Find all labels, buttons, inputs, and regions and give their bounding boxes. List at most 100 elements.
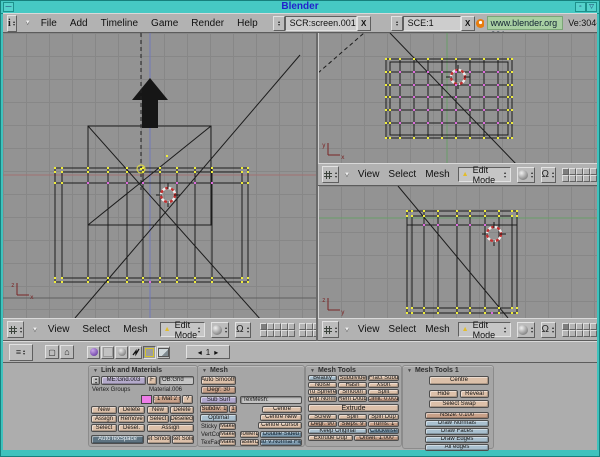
vg-remove-button[interactable]: Remove [118,415,145,423]
layer-toggle[interactable] [288,323,295,330]
viewport-front-canvas[interactable]: z x [3,33,316,318]
layer-toggle[interactable] [583,323,590,330]
subdiv-render-field[interactable]: 1 [229,405,237,413]
menu-view[interactable]: View [358,324,380,335]
question-button[interactable]: ? [182,395,193,404]
menu-mesh[interactable]: Mesh [123,324,147,335]
layer-toggle[interactable] [267,323,274,330]
layer-toggle[interactable] [569,330,576,337]
layer-toggle[interactable] [583,168,590,175]
layer-toggle[interactable] [288,330,295,337]
vg-select-button[interactable]: Select [91,424,117,432]
layer-toggle[interactable] [260,323,267,330]
texmesh-field[interactable]: TexMesh: [240,396,302,404]
noise-button[interactable]: Noise [308,382,337,388]
draw-normals-toggle[interactable]: Draw Normals [425,420,489,427]
clockwise-toggle[interactable]: Clockwise [368,428,399,434]
hide-button[interactable]: Hide [429,390,458,398]
beauty-toggle[interactable]: Beauty [308,375,337,381]
pivot-dropdown[interactable]: Ω ▲▼ [541,167,556,183]
layer-toggle[interactable] [590,330,597,337]
layer-toggle[interactable] [590,323,597,330]
window-minimize-button[interactable]: — [3,2,14,12]
layer-toggle[interactable] [569,175,576,182]
layer-toggle[interactable] [313,323,316,330]
object-context-icon-button[interactable] [129,346,142,359]
layer-toggle[interactable] [313,330,316,337]
viewport-top-canvas[interactable]: y x [318,33,597,163]
pivot-dropdown[interactable]: Ω ▲▼ [541,322,556,338]
layer-toggle[interactable] [306,323,313,330]
sub-surf-toggle[interactable]: Sub Surf [200,396,237,404]
layer-toggle[interactable] [299,323,306,330]
viewport-type-button[interactable]: ▲▼ [7,321,24,338]
mode-dropdown[interactable]: ▲ Edit Mode ▲▼ [458,167,511,182]
menu-add[interactable]: Add [70,18,88,29]
layer-toggle[interactable] [562,175,569,182]
layer-toggle[interactable] [274,323,281,330]
degr-90-field[interactable]: Degr: 90 [308,421,337,427]
draw-mode-dropdown[interactable]: ▲▼ [211,322,229,338]
xsort-button[interactable]: Xsort [368,382,399,388]
sticky-make-button[interactable]: Make [219,423,236,430]
menu-view[interactable]: View [358,169,380,180]
editing-context-icon-button[interactable] [143,346,156,359]
vg-deselect-button[interactable]: Desel. [118,424,145,432]
nsize-field[interactable]: NSize: 0.100 [425,412,489,419]
delete-scene-button[interactable]: X [461,16,475,31]
faster-draw-button[interactable]: FasterDr [240,439,259,446]
rem-doubles-button[interactable]: Rem Doub [338,396,367,402]
offset-field[interactable]: Offset: 1.000 [354,435,399,441]
layer-toggle[interactable] [306,330,313,337]
spin-button[interactable]: Spin [338,414,367,420]
layer-toggle[interactable] [583,330,590,337]
header-menu-collapse-icon[interactable]: ▼ [344,327,350,333]
select-swap-button[interactable]: Select Swap [429,400,489,408]
viewport-side-canvas[interactable]: z y [318,186,597,318]
vertcol-make-button[interactable]: Make [219,431,236,438]
optimal-toggle[interactable]: Optimal [200,414,237,422]
layer-toggle[interactable] [590,175,597,182]
panel-header[interactable]: ▼Link and Materials [93,367,162,374]
header-collapse-icon[interactable]: ▼ [25,20,31,26]
frame-increment-icon[interactable]: ▸ [214,348,218,357]
auto-smooth-toggle[interactable]: Auto Smooth [201,376,236,385]
window-type-button[interactable]: i ▲▼ [7,15,17,32]
delete-screen-button[interactable]: X [357,16,371,31]
pivot-dropdown[interactable]: Ω ▲▼ [235,322,250,338]
window-shade-button[interactable]: ▽ [586,2,597,12]
hash-button[interactable]: Hash [338,382,367,388]
panel-header[interactable]: ▼Mesh Tools [310,367,356,374]
menu-mesh[interactable]: Mesh [425,169,449,180]
layer-toggle[interactable] [267,330,274,337]
frame-decrement-icon[interactable]: ◂ [198,348,202,357]
centre-cursor-button[interactable]: Centre Cursor [258,422,302,429]
fake-user-button[interactable]: F [147,376,157,385]
centre-button[interactable]: Centre [262,406,302,413]
layer-toggle[interactable] [569,323,576,330]
object-name-field[interactable]: OB:Grid [159,376,194,385]
layer-toggle[interactable] [562,330,569,337]
script-context-icon-button[interactable] [101,346,114,359]
layer-toggle[interactable] [281,330,288,337]
home-icon-button[interactable]: ⌂ [60,345,74,359]
draw-mode-dropdown[interactable]: ▲▼ [517,167,535,183]
mat-prev-icon[interactable]: ‹ [153,397,155,402]
layer-toggle[interactable] [569,168,576,175]
material-index-field[interactable]: ‹ 1 Mat 2 › [153,395,181,404]
layer-toggle[interactable] [576,330,583,337]
layer-toggle[interactable] [583,175,590,182]
layer-toggle[interactable] [576,323,583,330]
viewport-type-button[interactable]: ▲▼ [322,166,339,183]
texface-make-button[interactable]: Make [219,439,236,446]
menu-render[interactable]: Render [191,18,224,29]
layer-toggle[interactable] [576,175,583,182]
scene-name-field[interactable]: SCE:1 [403,16,461,31]
material-color-swatch[interactable] [141,395,152,404]
layer-toggle[interactable] [260,330,267,337]
turns-field[interactable]: Turns: 1 [368,421,399,427]
mat-select-button[interactable]: Select [147,415,169,423]
limit-field[interactable]: Limit: 0.001 [368,396,399,402]
mesh-name-field[interactable]: ME:Grid.003 [101,376,146,385]
mat-deselect-button[interactable]: Deselect [170,415,194,423]
